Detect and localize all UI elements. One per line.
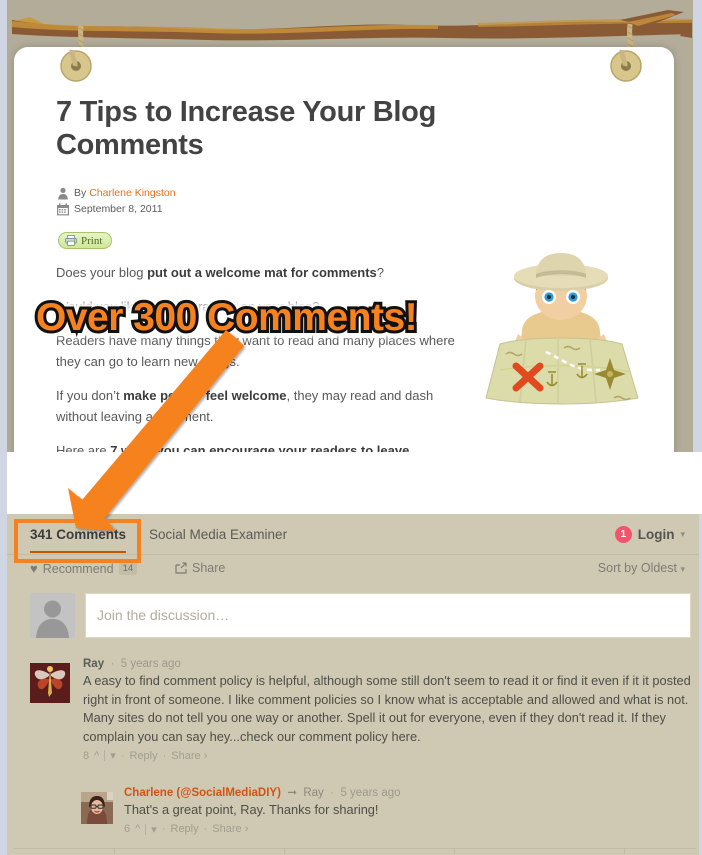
grommet-left-icon — [60, 49, 92, 82]
blog-post-screenshot: 7 Tips to Increase Your Blog Comments By… — [0, 0, 702, 460]
reply-button[interactable]: Reply — [130, 750, 158, 762]
bottom-divider — [14, 848, 696, 854]
person-icon — [58, 187, 68, 199]
body-text: Does your blog — [56, 265, 148, 280]
body-text: If you don’t — [56, 388, 124, 403]
chevron-down-icon: ▾ — [680, 564, 685, 574]
downvote-icon[interactable]: ▾ — [151, 823, 157, 836]
separator-dot: · — [203, 823, 208, 835]
comment-body: Charlene (@SocialMediaDIY) ➞ Ray · 5 yea… — [124, 786, 693, 836]
screenshot-stage: 7 Tips to Increase Your Blog Comments By… — [0, 0, 702, 855]
comment-input-placeholder: Join the discussion… — [97, 607, 230, 623]
post-author-row: By Charlene Kingston — [56, 185, 176, 201]
reply-arrow-icon: ➞ — [284, 787, 301, 799]
compose-area: Join the discussion… — [7, 583, 699, 644]
comment-parent-author: Ray — [303, 787, 324, 799]
downvote-icon[interactable]: ▾ — [110, 749, 116, 762]
post-author-link[interactable]: Charlene Kingston — [89, 187, 175, 199]
disqus-comments-screenshot: 341 Comments Social Media Examiner 1 Log… — [0, 514, 702, 855]
comment-timestamp: 5 years ago — [120, 658, 181, 670]
post-body: Does your blog put out a welcome mat for… — [56, 262, 456, 460]
comment-header: Charlene (@SocialMediaDIY) ➞ Ray · 5 yea… — [124, 786, 693, 801]
screenshot-separator — [0, 452, 702, 518]
printer-icon — [65, 235, 77, 246]
recommend-button[interactable]: ♥ Recommend 14 — [30, 561, 138, 576]
login-button[interactable]: 1 Login ▾ — [614, 526, 685, 543]
sort-label: Sort by Oldest — [597, 561, 677, 575]
separator-dot: · — [161, 823, 166, 835]
list-item: Charlene (@SocialMediaDIY) ➞ Ray · 5 yea… — [7, 786, 699, 836]
dragonfly-avatar[interactable] — [30, 663, 70, 703]
anonymous-avatar — [30, 593, 75, 638]
emphasis-text: make people feel welcome — [123, 388, 287, 403]
disqus-left-edge — [0, 514, 7, 855]
comment-text: That's a great point, Ray. Thanks for sh… — [124, 802, 379, 817]
grommet-right-icon — [610, 49, 642, 82]
annotation-headline: Over 300 Comments! — [33, 293, 421, 342]
divider — [145, 823, 147, 835]
vote-count: 8 — [83, 749, 90, 762]
comment-text: A easy to find comment policy is helpful… — [83, 673, 691, 744]
share-button[interactable]: Share — [175, 561, 225, 575]
post-author-prefix: By — [74, 187, 87, 199]
emphasis-text: put out a welcome mat for comments — [147, 265, 377, 280]
recommend-count: 14 — [118, 562, 138, 575]
comment-author[interactable]: Ray — [83, 658, 104, 670]
comment-author[interactable]: Charlene (@SocialMediaDIY) — [124, 787, 281, 799]
page-title: 7 Tips to Increase Your Blog Comments — [56, 96, 436, 162]
comment-header: Ray · 5 years ago — [83, 657, 693, 672]
comment-actions: 8 ^ ▾ · Reply · Share › — [83, 749, 693, 763]
list-item: Ray · 5 years ago A easy to find comment… — [7, 657, 699, 762]
divider — [104, 750, 106, 761]
separator-dot: · — [327, 787, 338, 799]
left-window-edge — [0, 0, 7, 460]
post-date-row: September 8, 2011 — [56, 201, 176, 217]
notification-badge: 1 — [614, 526, 632, 543]
share-button[interactable]: Share › — [171, 750, 207, 762]
separator-dot: · — [162, 749, 167, 762]
separator-dot: · — [107, 658, 118, 670]
recommend-label: Recommend — [42, 561, 114, 576]
calendar-icon — [57, 202, 69, 215]
post-paragraph: Does your blog put out a welcome mat for… — [56, 262, 456, 283]
post-meta: By Charlene Kingston September 8, 2011 — [56, 185, 176, 217]
comment-input[interactable]: Join the discussion… — [85, 593, 691, 638]
share-label: Share — [192, 561, 226, 575]
site-name-tab[interactable]: Social Media Examiner — [149, 527, 287, 542]
reply-button[interactable]: Reply — [171, 823, 199, 835]
chevron-down-icon: ▾ — [680, 529, 685, 539]
comment-actions: 6 ^ ▾ · Reply · Share › — [124, 823, 693, 836]
vote-count: 6 — [124, 823, 131, 835]
print-button-label: Print — [81, 234, 103, 247]
upvote-icon[interactable]: ^ — [135, 823, 140, 835]
gap-left-edge — [0, 452, 7, 518]
disqus-header: 341 Comments Social Media Examiner 1 Log… — [7, 514, 699, 554]
share-button[interactable]: Share › — [212, 823, 248, 835]
comment-count-tab[interactable]: 341 Comments — [30, 527, 127, 553]
separator-dot: · — [120, 749, 125, 762]
heart-icon: ♥ — [30, 561, 38, 576]
upvote-icon[interactable]: ^ — [94, 750, 99, 762]
comment-timestamp: 5 years ago — [340, 787, 401, 799]
share-icon — [175, 562, 187, 574]
disqus-toolbar: ♥ Recommend 14 Share Sort by Oldest ▾ — [7, 554, 699, 583]
login-label: Login — [637, 527, 675, 542]
print-button[interactable]: Print — [58, 232, 113, 249]
right-window-edge — [693, 0, 702, 460]
sort-dropdown[interactable]: Sort by Oldest ▾ — [598, 561, 685, 575]
post-date: September 8, 2011 — [74, 203, 163, 215]
body-text: ? — [376, 265, 384, 280]
comment-body: Ray · 5 years ago A easy to find comment… — [83, 657, 693, 762]
post-paragraph: If you don’t make people feel welcome, t… — [56, 385, 456, 427]
charlene-photo-avatar[interactable] — [81, 792, 113, 824]
